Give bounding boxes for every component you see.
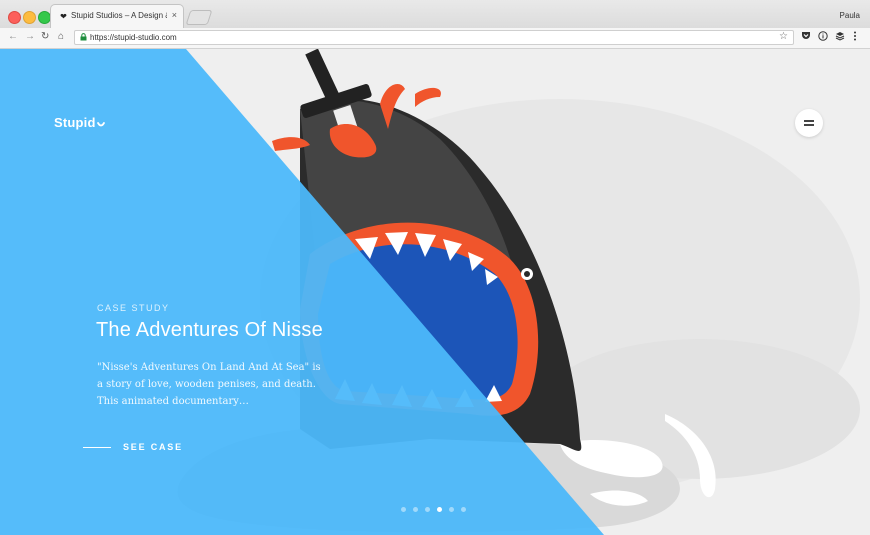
chrome-menu-icon[interactable] bbox=[853, 31, 857, 44]
pocket-icon[interactable] bbox=[801, 31, 811, 44]
see-case-link[interactable]: SEE CASE bbox=[123, 442, 183, 452]
reload-icon[interactable]: ↻ bbox=[41, 31, 49, 43]
forward-icon[interactable]: → bbox=[25, 31, 35, 43]
hamburger-icon bbox=[804, 120, 814, 122]
browser-window: ❤ Stupid Studios – A Design & B × Paula … bbox=[0, 0, 870, 535]
back-icon[interactable]: ← bbox=[8, 31, 18, 43]
tab-title: Stupid Studios – A Design & B bbox=[71, 11, 167, 20]
pagination-dot[interactable] bbox=[449, 507, 454, 512]
bookmark-star-icon[interactable]: ☆ bbox=[779, 31, 788, 42]
new-tab-button[interactable] bbox=[185, 10, 213, 25]
menu-button[interactable] bbox=[795, 109, 823, 137]
hamburger-icon-line bbox=[804, 124, 814, 126]
case-study-label: CASE STUDY bbox=[97, 303, 170, 313]
favicon-icon: ❤ bbox=[60, 12, 67, 21]
minimize-window-button[interactable] bbox=[23, 11, 36, 24]
page-viewport: Stupid CASE STUDY The Adventures Of Niss… bbox=[0, 49, 870, 535]
tab-close-icon[interactable]: × bbox=[172, 10, 177, 20]
browser-tab[interactable]: ❤ Stupid Studios – A Design & B × bbox=[50, 4, 184, 28]
logo-text: Stupid bbox=[54, 115, 96, 130]
case-title: The Adventures Of Nisse bbox=[96, 319, 323, 341]
browser-toolbar: ← → ↻ ⌂ https://stupid-studio.com ☆ bbox=[0, 28, 870, 49]
pagination-dot[interactable] bbox=[437, 507, 442, 512]
cta-line bbox=[83, 447, 111, 448]
info-icon[interactable] bbox=[818, 31, 828, 44]
profile-name[interactable]: Paula bbox=[840, 11, 860, 20]
pagination-dot[interactable] bbox=[401, 507, 406, 512]
pagination-dot[interactable] bbox=[461, 507, 466, 512]
home-icon[interactable]: ⌂ bbox=[58, 31, 64, 43]
close-window-button[interactable] bbox=[8, 11, 21, 24]
logo-smile-icon bbox=[96, 115, 105, 130]
case-description: "Nisse's Adventures On Land And At Sea" … bbox=[97, 362, 321, 407]
title-bar: ❤ Stupid Studios – A Design & B × Paula bbox=[0, 0, 870, 29]
pagination-dot[interactable] bbox=[413, 507, 418, 512]
pagination-dot[interactable] bbox=[425, 507, 430, 512]
url-text: https://stupid-studio.com bbox=[90, 33, 177, 42]
address-bar[interactable]: https://stupid-studio.com ☆ bbox=[74, 30, 794, 45]
lock-icon bbox=[80, 33, 87, 43]
site-logo[interactable]: Stupid bbox=[54, 115, 105, 130]
buffer-icon[interactable] bbox=[835, 31, 845, 44]
